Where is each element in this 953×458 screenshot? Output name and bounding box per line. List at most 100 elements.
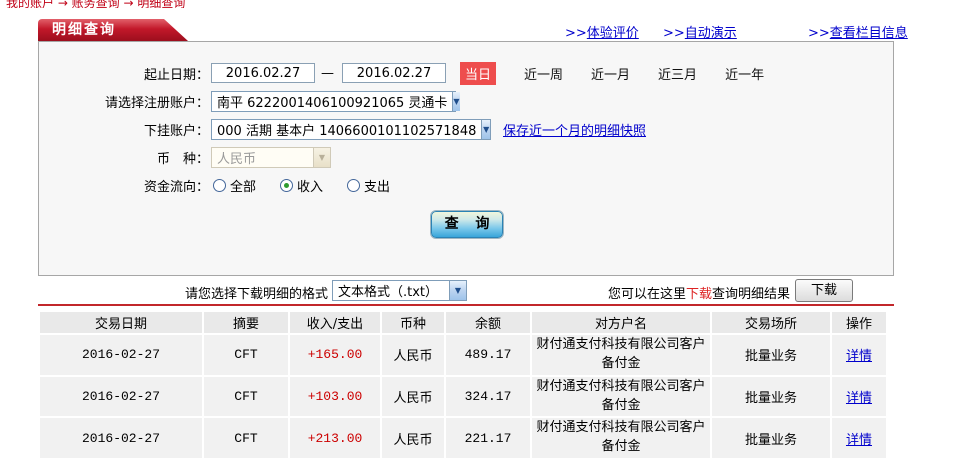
cell-venue: 批量业务 [712,418,830,458]
download-format-select[interactable]: 文本格式（.txt） ▼ [332,280,467,301]
col-header-balance: 余额 [446,312,530,333]
cell-summary: CFT [204,335,288,375]
register-account-row: 请选择注册账户： 南平 6222001406100921065 灵通卡 ▼ [39,90,460,112]
currency-row: 币 种： 人民币 ▼ [39,146,331,168]
cell-currency: 人民币 [382,376,444,417]
flow-option-expense[interactable]: 支出 [347,176,390,195]
link-prefix: >> [565,26,587,41]
download-format-value: 文本格式（.txt） [338,285,439,300]
link-experience-rating[interactable]: >>体验评价 [565,22,639,41]
fund-flow-row: 资金流向： 全部 收入 支出 [39,174,390,196]
cell-amount: +165.00 [290,335,380,375]
date-separator: — [321,65,334,81]
col-header-currency: 币种 [382,312,444,333]
cell-summary: CFT [204,376,288,417]
cell-summary: CFT [204,418,288,458]
flow-option-all-label: 全部 [230,179,257,195]
table-row: 2016-02-27 CFT +165.00 人民币 489.17 财付通支付科… [40,335,886,375]
flow-option-income[interactable]: 收入 [280,176,323,195]
save-snapshot-link[interactable]: 保存近一个月的明细快照 [503,120,646,139]
quick-range-month[interactable]: 近一月 [591,64,630,83]
download-hint-prefix: 您可以在这里 [608,287,687,302]
quick-range-week[interactable]: 近一周 [524,64,563,83]
link-prefix: >> [663,26,685,41]
quick-range-year[interactable]: 近一年 [725,64,764,83]
flow-option-all[interactable]: 全部 [213,176,256,195]
radio-expense-icon[interactable] [347,178,361,192]
download-hint: 您可以在这里下载查询明细结果 [608,283,790,302]
query-button[interactable]: 查 询 [430,210,504,239]
cell-balance: 221.17 [446,418,530,458]
chevron-down-icon: ▼ [452,91,460,111]
sub-account-select[interactable]: 000 活期 基本户 1406600101102571848 ▼ [211,118,491,140]
cell-venue: 批量业务 [712,376,830,417]
date-to-input[interactable] [342,63,446,83]
page-title: 明细查询 [52,22,116,38]
transactions-table: 交易日期 摘要 收入/支出 币种 余额 对方户名 交易场所 操作 2016-02… [38,310,888,458]
link-label: 体验评价 [586,26,639,41]
date-range-row: 起止日期： — 当日 近一周 近一月 近三月 近一年 [39,61,764,85]
query-form-panel: 起止日期： — 当日 近一周 近一月 近三月 近一年 请选择注册账户： 南平 6… [38,41,894,276]
currency-label: 币 种： [156,151,209,167]
col-header-venue: 交易场所 [712,312,830,333]
cell-amount: +213.00 [290,418,380,458]
cell-balance: 489.17 [446,335,530,375]
col-header-counterparty: 对方户名 [532,312,710,333]
download-hint-suffix: 查询明细结果 [712,287,791,302]
col-header-amount: 收入/支出 [290,312,380,333]
tab-detail-query: 明细查询 [38,19,188,41]
flow-option-income-label: 收入 [297,179,324,195]
fund-flow-label: 资金流向： [143,179,209,195]
cell-counterparty: 财付通支付科技有限公司客户备付金 [532,418,710,458]
col-header-date: 交易日期 [40,312,202,333]
table-row: 2016-02-27 CFT +103.00 人民币 324.17 财付通支付科… [40,376,886,417]
quick-range-3months[interactable]: 近三月 [658,64,697,83]
link-column-info[interactable]: >>查看栏目信息 [808,22,908,41]
date-from-input[interactable] [211,63,315,83]
sub-account-row: 下挂账户： 000 活期 基本户 1406600101102571848 ▼ 保… [39,118,646,140]
sub-account-value: 000 活期 基本户 1406600101102571848 [217,123,477,139]
chevron-down-icon: ▼ [313,147,330,167]
cell-balance: 324.17 [446,376,530,417]
breadcrumb: 我的账户 → 账务查询 → 明细查询 [6,0,185,8]
detail-link[interactable]: 详情 [846,391,872,406]
table-header-row: 交易日期 摘要 收入/支出 币种 余额 对方户名 交易场所 操作 [40,312,886,333]
cell-currency: 人民币 [382,418,444,458]
register-account-label: 请选择注册账户： [104,95,209,111]
breadcrumb-text[interactable]: 我的账户 → 账务查询 → 明细查询 [6,0,185,8]
cell-date: 2016-02-27 [40,335,202,375]
col-header-summary: 摘要 [204,312,288,333]
detail-link[interactable]: 详情 [846,349,872,364]
radio-all-icon[interactable] [213,178,226,192]
quick-range-today[interactable]: 当日 [460,61,497,85]
cell-currency: 人民币 [382,335,444,375]
cell-date: 2016-02-27 [40,376,202,417]
col-header-action: 操作 [832,312,886,333]
cell-counterparty: 财付通支付科技有限公司客户备付金 [532,376,710,417]
sub-account-label: 下挂账户： [143,123,209,139]
radio-income-icon[interactable] [280,178,294,192]
table-divider [38,304,894,306]
date-range-label: 起止日期： [143,67,209,83]
register-account-select[interactable]: 南平 6222001406100921065 灵通卡 ▼ [211,90,460,112]
table-row: 2016-02-27 CFT +213.00 人民币 221.17 财付通支付科… [40,418,886,458]
cell-venue: 批量业务 [712,335,830,375]
download-format-label: 请您选择下载明细的格式 [185,287,329,302]
link-label: 查看栏目信息 [829,26,908,41]
download-button[interactable]: 下载 [795,279,853,302]
cell-date: 2016-02-27 [40,418,202,458]
flow-option-expense-label: 支出 [364,179,391,195]
cell-counterparty: 财付通支付科技有限公司客户备付金 [532,335,710,375]
currency-value: 人民币 [217,151,257,167]
cell-amount: +103.00 [290,376,380,417]
link-prefix: >> [808,26,830,41]
register-account-value: 南平 6222001406100921065 灵通卡 [217,95,448,111]
chevron-down-icon: ▼ [449,281,466,300]
detail-link[interactable]: 详情 [846,433,872,448]
page: 我的账户 → 账务查询 → 明细查询 明细查询 >>体验评价 >>自动演示 >>… [0,0,953,458]
chevron-down-icon: ▼ [481,119,490,139]
currency-select: 人民币 ▼ [211,146,331,168]
download-hint-link[interactable]: 下载 [686,287,712,302]
link-auto-demo[interactable]: >>自动演示 [663,22,737,41]
link-label: 自动演示 [684,26,737,41]
